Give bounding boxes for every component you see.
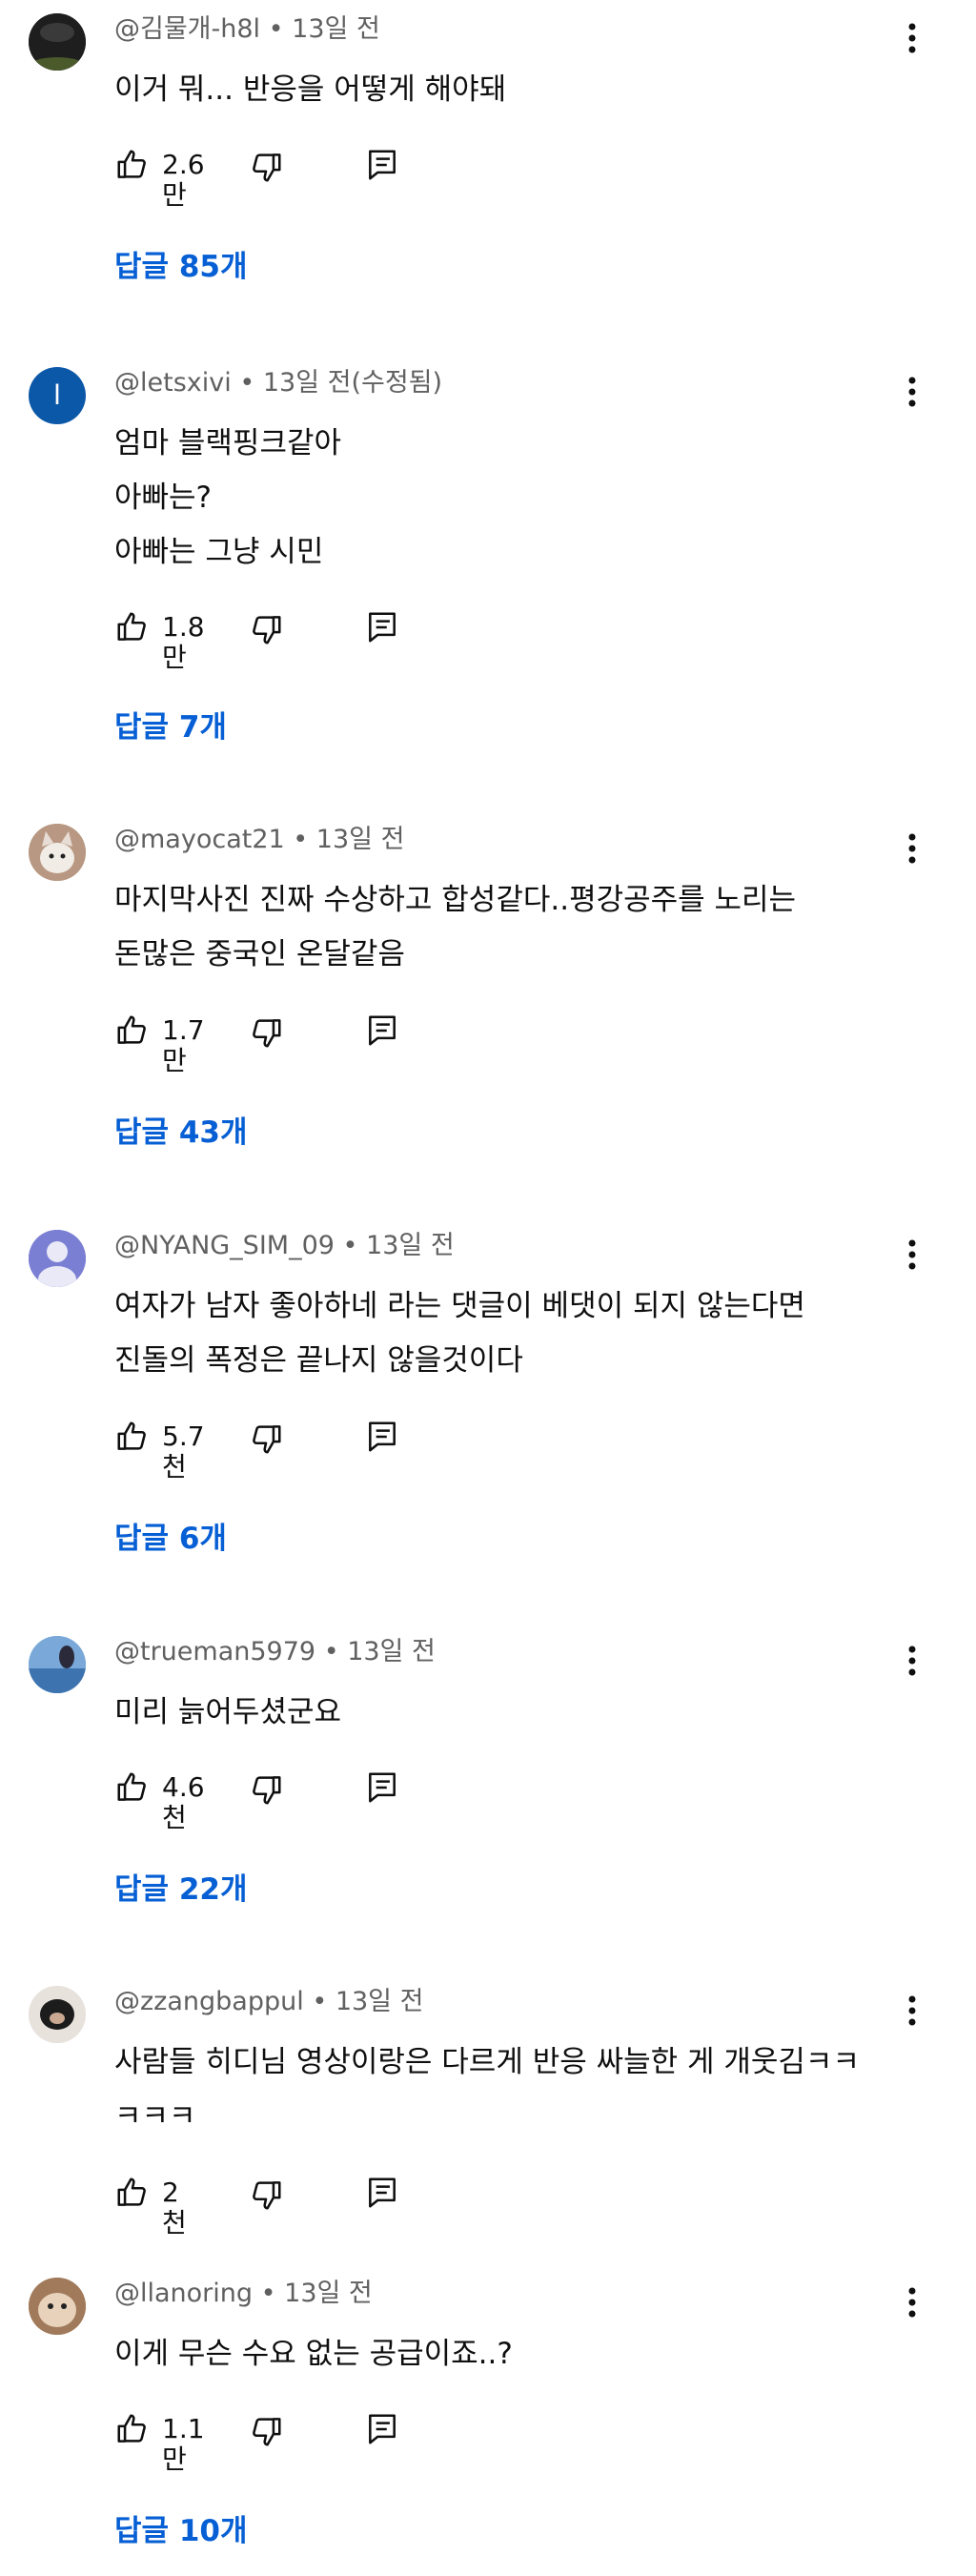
comment-icon[interactable] (364, 609, 400, 645)
more-vert-icon[interactable] (901, 1236, 924, 1274)
thumb-down-icon[interactable] (248, 611, 284, 647)
author-name[interactable]: @llanoring (114, 2279, 253, 2308)
avatar[interactable] (29, 1636, 86, 1693)
thumb-up-icon[interactable] (114, 1012, 151, 1049)
thumb-down-icon[interactable] (248, 149, 284, 185)
comment-text: 마지막사진 진짜 수상하고 합성같다..평강공주를 노리는 돈많은 중국인 온달… (114, 873, 796, 982)
thumb-up-icon[interactable] (114, 609, 151, 645)
author-name[interactable]: @letsxivi (114, 368, 232, 398)
comment-line: 사람들 히디님 영상이랑은 다르게 반응 싸늘한 게 개웃김ㅋㅋ (114, 2045, 860, 2079)
comment-meta: @김물개-h8l • 13일 전 (114, 13, 380, 46)
author-name[interactable]: @trueman5979 (114, 1637, 315, 1666)
comment-line: 미리 늙어두셨군요 (114, 1695, 342, 1729)
author-name[interactable]: @NYANG_SIM_09 (114, 1231, 335, 1260)
replies-link[interactable]: 답글 6개 (114, 1520, 227, 1558)
thumb-up-icon[interactable] (114, 1769, 151, 1806)
comment-icon[interactable] (364, 1769, 400, 1806)
thumb-down-icon[interactable] (248, 2177, 284, 2213)
avatar[interactable] (29, 1230, 86, 1287)
more-vert-icon[interactable] (901, 2283, 924, 2321)
comment-time: • 13일 전 (312, 1987, 424, 2016)
thumb-up-icon[interactable] (114, 147, 151, 183)
comment-meta: @mayocat21 • 13일 전 (114, 824, 404, 856)
like-count: 4.6천 (162, 1771, 205, 1833)
comment-line: 마지막사진 진짜 수상하고 합성같다..평강공주를 노리는 (114, 883, 797, 917)
replies-link[interactable]: 답글 10개 (114, 2512, 248, 2550)
like-count: 5.7천 (162, 1421, 205, 1482)
like-count: 1.8만 (162, 611, 205, 673)
more-vert-icon[interactable] (901, 1642, 924, 1680)
thumb-down-icon[interactable] (248, 1014, 284, 1051)
avatar[interactable] (29, 824, 86, 881)
thumb-up-icon[interactable] (114, 2411, 151, 2447)
comment-line: 이거 뭐... 반응을 어떻게 해야돼 (114, 72, 507, 107)
comment-icon[interactable] (364, 147, 400, 183)
comment-time: • 13일 전 (323, 1637, 436, 1666)
comment-text: 사람들 히디님 영상이랑은 다르게 반응 싸늘한 게 개웃김ㅋㅋ ㅋㅋㅋ (114, 2035, 860, 2144)
avatar[interactable] (29, 13, 86, 71)
comment-time: • 13일 전 (260, 2279, 373, 2308)
comment-icon[interactable] (364, 2411, 400, 2447)
replies-link[interactable]: 답글 7개 (114, 708, 227, 746)
author-name[interactable]: @김물개-h8l (114, 14, 260, 44)
comment-line: ㅋㅋㅋ (114, 2099, 196, 2134)
more-vert-icon[interactable] (901, 19, 924, 57)
more-vert-icon[interactable] (901, 829, 924, 868)
comment-line: 돈많은 중국인 온달같음 (114, 937, 405, 971)
more-vert-icon[interactable] (901, 1992, 924, 2030)
thumb-down-icon[interactable] (248, 2413, 284, 2449)
replies-link[interactable]: 답글 43개 (114, 1114, 248, 1152)
comment-text: 여자가 남자 좋아하네 라는 댓글이 베댓이 되지 않는다면 진돌의 폭정은 끝… (114, 1279, 805, 1388)
replies-link[interactable]: 답글 22개 (114, 1871, 248, 1909)
comment-meta: @letsxivi • 13일 전(수정됨) (114, 367, 442, 399)
like-count: 2.6만 (162, 149, 205, 211)
thumb-down-icon[interactable] (248, 1771, 284, 1808)
avatar[interactable] (29, 2278, 86, 2335)
comment-line: 아빠는 그냥 시민 (114, 535, 324, 569)
comment-meta: @NYANG_SIM_09 • 13일 전 (114, 1230, 455, 1262)
comment-icon[interactable] (364, 1419, 400, 1455)
like-count: 1.1만 (162, 2413, 205, 2475)
comment-text: 미리 늙어두셨군요 (114, 1686, 341, 1740)
avatar[interactable]: l (29, 367, 86, 424)
comment-meta: @llanoring • 13일 전 (114, 2278, 373, 2310)
like-count: 1.7만 (162, 1014, 205, 1076)
comment-time: • 13일 전 (293, 825, 405, 854)
avatar-letter: l (53, 379, 61, 411)
thumb-up-icon[interactable] (114, 2175, 151, 2211)
comment-icon[interactable] (364, 2175, 400, 2211)
replies-link[interactable]: 답글 85개 (114, 248, 248, 286)
comment-time: • 13일 전(수정됨) (239, 368, 443, 398)
comment-line: 여자가 남자 좋아하네 라는 댓글이 베댓이 되지 않는다면 (114, 1289, 805, 1323)
avatar[interactable] (29, 1986, 86, 2043)
thumb-down-icon[interactable] (248, 1421, 284, 1457)
comment-line: 진돌의 폭정은 끝나지 않을것이다 (114, 1343, 523, 1378)
more-vert-icon[interactable] (901, 373, 924, 411)
thumb-up-icon[interactable] (114, 1419, 151, 1455)
comment-time: • 13일 전 (342, 1231, 455, 1260)
like-count: 2천 (162, 2177, 187, 2239)
comment-line: 이게 무슨 수요 없는 공급이죠..? (114, 2337, 513, 2371)
comment-meta: @zzangbappul • 13일 전 (114, 1986, 423, 2018)
author-name[interactable]: @mayocat21 (114, 825, 285, 854)
comment-line: 엄마 블랙핑크같아 (114, 426, 342, 460)
comment-text: 이게 무슨 수요 없는 공급이죠..? (114, 2327, 513, 2382)
comment-line: 아빠는? (114, 480, 213, 515)
author-name[interactable]: @zzangbappul (114, 1987, 304, 2016)
comment-icon[interactable] (364, 1012, 400, 1049)
comment-meta: @trueman5979 • 13일 전 (114, 1636, 436, 1668)
comment-time: • 13일 전 (268, 14, 380, 44)
comment-text: 엄마 블랙핑크같아 아빠는? 아빠는 그냥 시민 (114, 417, 341, 580)
comment-text: 이거 뭐... 반응을 어떻게 해야돼 (114, 63, 506, 117)
